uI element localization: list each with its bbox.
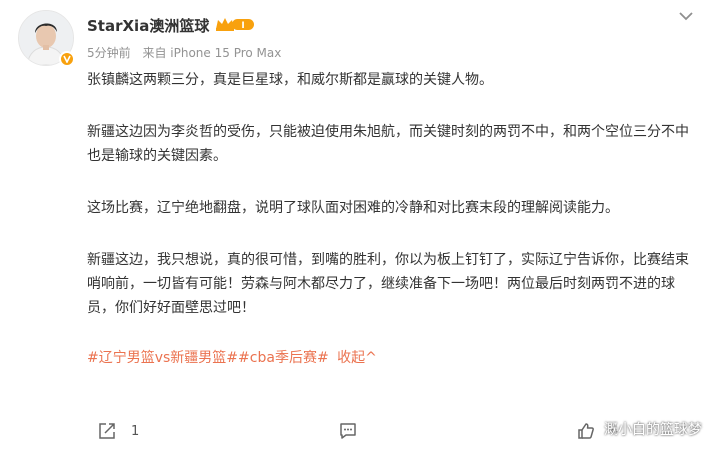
chevron-up-icon: ^: [365, 350, 377, 366]
post-paragraph: 新疆这边，我只想说，真的很可惜，到嘴的胜利，你以为板上钉钉了，实际辽宁告诉你，比…: [87, 252, 689, 316]
collapse-button[interactable]: 收起^: [337, 350, 377, 366]
more-icon[interactable]: [676, 8, 696, 24]
svg-text:I: I: [242, 21, 245, 31]
collapse-label: 收起: [337, 350, 366, 366]
watermark: 溉小白的篮球梦: [604, 422, 702, 438]
post-paragraph: 张镇麟这两颗三分，真是巨星球，和威尔斯都是赢球的关键人物。: [87, 72, 493, 88]
comment-button[interactable]: [338, 421, 372, 441]
username[interactable]: StarXia澳洲篮球: [87, 15, 209, 36]
like-icon: [576, 421, 596, 441]
tag-link[interactable]: #辽宁男篮vs新疆男篮#: [87, 350, 238, 366]
avatar[interactable]: [18, 10, 75, 67]
share-button[interactable]: 1: [97, 421, 139, 441]
level-crown-badge[interactable]: I: [215, 16, 255, 36]
post-paragraph: 这场比赛，辽宁绝地翻盘，说明了球队面对困难的冷静和对比赛末段的理解阅读能力。: [87, 200, 619, 216]
post-time[interactable]: 5分钟前: [87, 46, 131, 60]
verified-badge: [59, 51, 75, 67]
post-meta: 5分钟前 来自 iPhone 15 Pro Max: [87, 44, 281, 61]
post-header: StarXia澳洲篮球 I: [87, 15, 255, 36]
share-icon: [97, 421, 117, 441]
tag-link[interactable]: #cba季后赛#: [238, 350, 329, 366]
share-count: 1: [131, 423, 140, 439]
post-content: 张镇麟这两颗三分，真是巨星球，和威尔斯都是赢球的关键人物。 新疆这边因为李炎哲的…: [87, 68, 697, 370]
post-source: 来自 iPhone 15 Pro Max: [142, 46, 282, 60]
post-paragraph: 新疆这边因为李炎哲的受伤，只能被迫使用朱旭航，而关键时刻的两罚不中，和两个空位三…: [87, 124, 689, 164]
post-tags: #辽宁男篮vs新疆男篮##cba季后赛# 收起^: [87, 346, 697, 370]
comment-icon: [338, 421, 358, 441]
